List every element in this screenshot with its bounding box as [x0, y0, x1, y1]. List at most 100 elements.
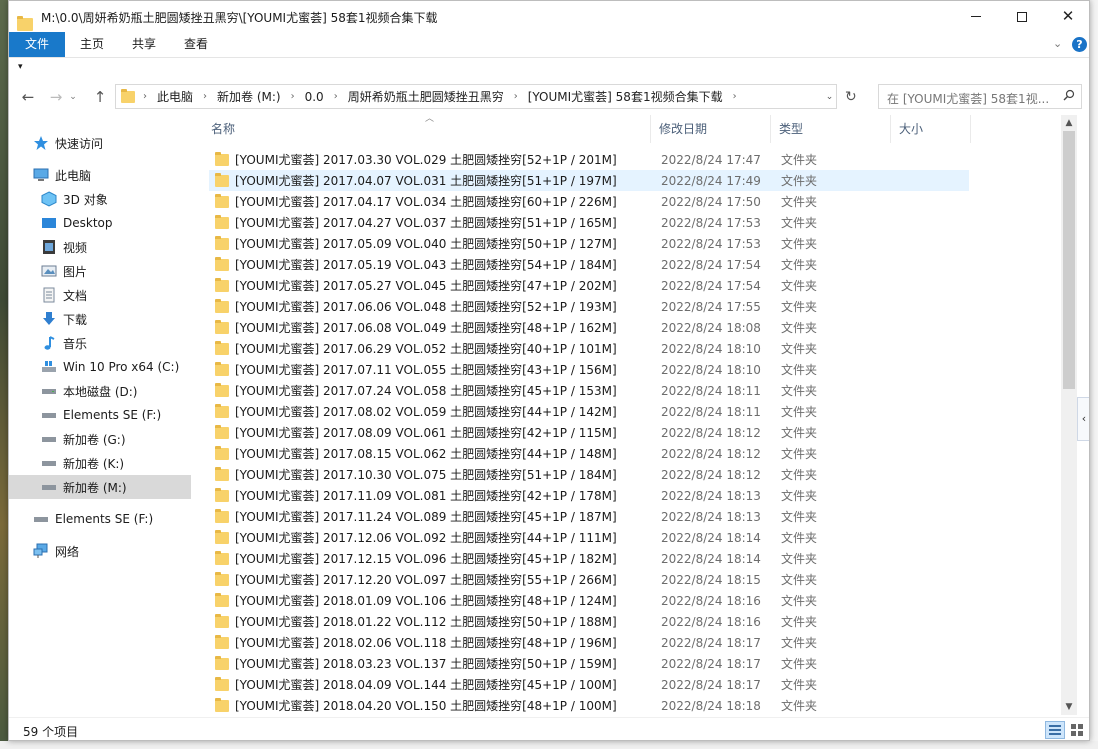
table-row[interactable]: [YOUMI尤蜜荟] 2018.03.23 VOL.137 土肥圆矮挫穷[50+…	[209, 653, 969, 674]
search-box[interactable]: 在 [YOUMI尤蜜荟] 58套1视...	[878, 84, 1082, 109]
search-input[interactable]: 在 [YOUMI尤蜜荟] 58套1视...	[887, 90, 1057, 107]
chevron-right-icon[interactable]: ›	[334, 91, 338, 102]
column-header-date[interactable]: 修改日期	[651, 115, 771, 143]
table-row[interactable]: [YOUMI尤蜜荟] 2018.04.20 VOL.150 土肥圆矮挫穷[48+…	[209, 695, 969, 715]
column-header-name[interactable]: ︿ 名称	[193, 115, 651, 143]
nav-item-drive-d[interactable]: 本地磁盘 (D:)	[9, 379, 191, 403]
table-row[interactable]: [YOUMI尤蜜荟] 2018.01.09 VOL.106 土肥圆矮挫穷[48+…	[209, 590, 969, 611]
table-row[interactable]: [YOUMI尤蜜荟] 2017.06.06 VOL.048 土肥圆矮挫穷[52+…	[209, 296, 969, 317]
nav-item-documents[interactable]: 文档	[9, 283, 191, 307]
nav-label: 新加卷 (M:)	[63, 480, 127, 495]
tab-view[interactable]: 查看	[171, 32, 221, 57]
file-date: 2022/8/24 18:14	[661, 551, 761, 566]
chevron-right-icon[interactable]: ›	[514, 91, 518, 102]
column-header-type[interactable]: 类型	[771, 115, 891, 143]
table-row[interactable]: [YOUMI尤蜜荟] 2017.03.30 VOL.029 土肥圆矮挫穷[52+…	[209, 149, 969, 170]
nav-item-videos[interactable]: 视频	[9, 235, 191, 259]
recent-locations-chevron-icon[interactable]: ⌄	[67, 87, 79, 107]
address-bar[interactable]: › 此电脑 › 新加卷 (M:) › 0.0 › 周妍希奶瓶土肥圆矮挫丑黑穷 ›…	[115, 84, 837, 109]
nav-item-elements-se[interactable]: Elements SE (F:)	[9, 507, 191, 531]
nav-item-desktop[interactable]: Desktop	[9, 211, 191, 235]
table-row[interactable]: [YOUMI尤蜜荟] 2017.12.15 VOL.096 土肥圆矮挫穷[45+…	[209, 548, 969, 569]
scroll-up-icon[interactable]: ▲	[1061, 115, 1077, 131]
table-row[interactable]: [YOUMI尤蜜荟] 2018.02.06 VOL.118 土肥圆矮挫穷[48+…	[209, 632, 969, 653]
nav-item-pictures[interactable]: 图片	[9, 259, 191, 283]
file-date: 2022/8/24 18:12	[661, 425, 761, 440]
navigation-pane: 快速访问 此电脑 3D 对象 Desktop 视频 图片 文档 下载 音乐 Wi…	[9, 115, 191, 715]
tab-home[interactable]: 主页	[67, 32, 117, 57]
expand-ribbon-chevron-icon[interactable]: ⌄	[1053, 37, 1062, 50]
table-row[interactable]: [YOUMI尤蜜荟] 2017.08.02 VOL.059 土肥圆矮挫穷[44+…	[209, 401, 969, 422]
nav-item-network[interactable]: 网络	[9, 539, 191, 563]
table-row[interactable]: [YOUMI尤蜜荟] 2017.12.06 VOL.092 土肥圆矮挫穷[44+…	[209, 527, 969, 548]
nav-item-music[interactable]: 音乐	[9, 331, 191, 355]
table-row[interactable]: [YOUMI尤蜜荟] 2017.07.24 VOL.058 土肥圆矮挫穷[45+…	[209, 380, 969, 401]
nav-item-drive-c[interactable]: Win 10 Pro x64 (C:)	[9, 355, 191, 379]
table-row[interactable]: [YOUMI尤蜜荟] 2017.05.19 VOL.043 土肥圆矮挫穷[54+…	[209, 254, 969, 275]
table-row[interactable]: [YOUMI尤蜜荟] 2017.05.27 VOL.045 土肥圆矮挫穷[47+…	[209, 275, 969, 296]
folder-icon	[215, 172, 229, 187]
table-row[interactable]: [YOUMI尤蜜荟] 2017.08.09 VOL.061 土肥圆矮挫穷[42+…	[209, 422, 969, 443]
chevron-right-icon[interactable]: ›	[733, 91, 737, 102]
refresh-icon[interactable]: ↻	[845, 89, 857, 105]
back-button[interactable]: ←	[17, 87, 39, 107]
folder-icon	[215, 529, 229, 544]
nav-item-drive-f[interactable]: Elements SE (F:)	[9, 403, 191, 427]
breadcrumb-folder-0-0[interactable]: 0.0	[305, 90, 324, 104]
table-row[interactable]: [YOUMI尤蜜荟] 2017.04.07 VOL.031 土肥圆矮挫穷[51+…	[209, 170, 969, 191]
table-row[interactable]: [YOUMI尤蜜荟] 2017.07.11 VOL.055 土肥圆矮挫穷[43+…	[209, 359, 969, 380]
computer-icon	[33, 167, 49, 183]
folder-icon	[215, 298, 229, 313]
column-header-size[interactable]: 大小	[891, 115, 971, 143]
scrollbar-thumb[interactable]	[1063, 131, 1075, 389]
table-row[interactable]: [YOUMI尤蜜荟] 2017.11.24 VOL.089 土肥圆矮挫穷[45+…	[209, 506, 969, 527]
nav-item-drive-g[interactable]: 新加卷 (G:)	[9, 427, 191, 451]
nav-item-this-pc[interactable]: 此电脑	[9, 163, 191, 187]
drive-icon	[41, 431, 57, 447]
breadcrumb-current-folder[interactable]: [YOUMI尤蜜荟] 58套1视频合集下载	[528, 88, 723, 105]
file-date: 2022/8/24 18:15	[661, 572, 761, 587]
up-button[interactable]: ↑	[89, 87, 111, 107]
file-date: 2022/8/24 18:10	[661, 362, 761, 377]
nav-item-drive-m[interactable]: 新加卷 (M:)	[9, 475, 191, 499]
minimize-button[interactable]	[953, 1, 999, 32]
table-row[interactable]: [YOUMI尤蜜荟] 2018.01.22 VOL.112 土肥圆矮挫穷[50+…	[209, 611, 969, 632]
forward-button[interactable]: →	[45, 87, 67, 107]
title-bar[interactable]: M:\0.0\周妍希奶瓶土肥圆矮挫丑黑穷\[YOUMI尤蜜荟] 58套1视频合集…	[9, 1, 1089, 32]
help-icon[interactable]: ?	[1072, 37, 1087, 52]
nav-item-3d-objects[interactable]: 3D 对象	[9, 187, 191, 211]
nav-item-quick-access[interactable]: 快速访问	[9, 131, 191, 155]
file-date: 2022/8/24 18:11	[661, 404, 761, 419]
scroll-down-icon[interactable]: ▼	[1061, 699, 1077, 715]
nav-item-drive-k[interactable]: 新加卷 (K:)	[9, 451, 191, 475]
tab-share[interactable]: 共享	[119, 32, 169, 57]
breadcrumb-drive-m[interactable]: 新加卷 (M:)	[217, 88, 281, 105]
table-row[interactable]: [YOUMI尤蜜荟] 2017.08.15 VOL.062 土肥圆矮挫穷[44+…	[209, 443, 969, 464]
vertical-scrollbar[interactable]: ▲ ▼	[1061, 115, 1077, 715]
table-row[interactable]: [YOUMI尤蜜荟] 2017.05.09 VOL.040 土肥圆矮挫穷[50+…	[209, 233, 969, 254]
table-row[interactable]: [YOUMI尤蜜荟] 2017.06.08 VOL.049 土肥圆矮挫穷[48+…	[209, 317, 969, 338]
details-view-icon[interactable]	[1045, 721, 1065, 739]
table-row[interactable]: [YOUMI尤蜜荟] 2017.11.09 VOL.081 土肥圆矮挫穷[42+…	[209, 485, 969, 506]
file-name: [YOUMI尤蜜荟] 2018.01.22 VOL.112 土肥圆矮挫穷[50+…	[235, 615, 617, 629]
table-row[interactable]: [YOUMI尤蜜荟] 2017.04.27 VOL.037 土肥圆矮挫穷[51+…	[209, 212, 969, 233]
table-row[interactable]: [YOUMI尤蜜荟] 2017.10.30 VOL.075 土肥圆矮挫穷[51+…	[209, 464, 969, 485]
file-name: [YOUMI尤蜜荟] 2017.08.02 VOL.059 土肥圆矮挫穷[44+…	[235, 405, 617, 419]
address-history-dropdown-icon[interactable]: ⌄	[823, 84, 837, 109]
breadcrumb-this-pc[interactable]: 此电脑	[157, 88, 193, 105]
customize-toolbar-dropdown-icon[interactable]: ▾	[18, 62, 23, 72]
close-button[interactable]: ✕	[1045, 1, 1089, 32]
large-icons-view-icon[interactable]	[1067, 721, 1087, 739]
preview-pane-toggle-icon[interactable]: ‹	[1077, 397, 1089, 441]
table-row[interactable]: [YOUMI尤蜜荟] 2018.04.09 VOL.144 土肥圆矮挫穷[45+…	[209, 674, 969, 695]
breadcrumb-parent-folder[interactable]: 周妍希奶瓶土肥圆矮挫丑黑穷	[348, 88, 504, 105]
nav-item-downloads[interactable]: 下载	[9, 307, 191, 331]
table-row[interactable]: [YOUMI尤蜜荟] 2017.06.29 VOL.052 土肥圆矮挫穷[40+…	[209, 338, 969, 359]
file-type: 文件夹	[781, 447, 818, 461]
chevron-right-icon[interactable]: ›	[291, 91, 295, 102]
table-row[interactable]: [YOUMI尤蜜荟] 2017.12.20 VOL.097 土肥圆矮挫穷[55+…	[209, 569, 969, 590]
maximize-button[interactable]	[999, 1, 1045, 32]
tab-file[interactable]: 文件	[9, 32, 65, 57]
table-row[interactable]: [YOUMI尤蜜荟] 2017.04.17 VOL.034 土肥圆矮挫穷[60+…	[209, 191, 969, 212]
chevron-right-icon[interactable]: ›	[203, 91, 207, 102]
